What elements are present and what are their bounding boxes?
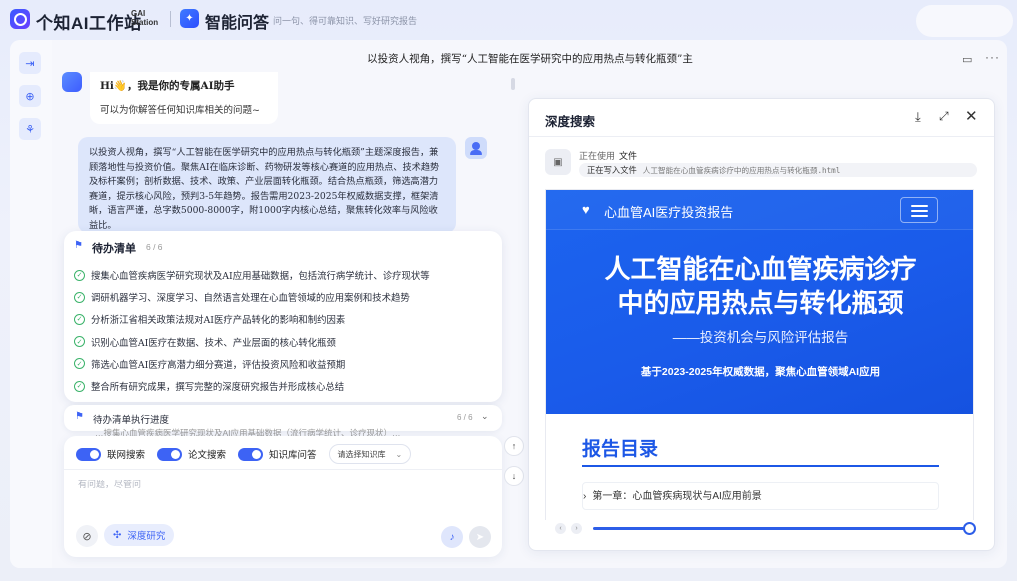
report-brand: 心血管AI医疗投资报告: [604, 205, 734, 220]
send-button[interactable]: ➤: [469, 526, 491, 548]
switch-on[interactable]: [157, 447, 183, 461]
chevron-down-icon[interactable]: ⌄: [481, 411, 489, 422]
todo-title: 待办清单: [92, 242, 136, 255]
close-icon[interactable]: ✕: [965, 107, 978, 125]
report-description: 基于2023-2025年权威数据，聚焦心血管领域AI应用: [640, 366, 881, 378]
scroll-down-button[interactable]: ↓: [504, 466, 524, 486]
bot-avatar: [62, 72, 82, 92]
chat-title: 以投资人视角，撰写“人工智能在医学研究中的应用热点与转化瓶颈”主: [367, 53, 693, 65]
user-avatar: [465, 137, 487, 159]
input-card: 联网搜索 论文搜索 知识库问答 请选择知识库⌄ ⊘ ✣深度研究 ♪ ➤: [64, 436, 502, 557]
file-tool-icon: ▣: [545, 149, 571, 175]
knowledge-base-icon[interactable]: ⚘: [19, 118, 41, 140]
report-hero: ♥ 心血管AI医疗投资报告 人工智能在心血管疾病诊疗 中的应用热点与转化瓶颈 ——…: [546, 190, 973, 414]
more-icon[interactable]: ···: [985, 50, 1000, 64]
toc-chapter-1[interactable]: › 第一章：心血管疾病现状与AI应用前景: [582, 482, 939, 510]
bot-message: Hi👋，我是你的专属AI助手 可以为你解答任何知识库相关的问题~: [90, 72, 278, 124]
microphone-icon[interactable]: ♪: [441, 526, 463, 548]
todo-list: ✓ 搜集心血管疾病医学研究现状及AI应用基础数据，包括流行病学统计、诊疗现状等 ✓…: [74, 264, 494, 397]
left-rail: ⇥ ⊕ ⚘: [10, 40, 52, 568]
qa-section-icon: ✦: [180, 9, 199, 28]
user-menu[interactable]: [916, 5, 1013, 37]
scroll-right-icon[interactable]: ›: [571, 523, 582, 534]
flag-icon: ⚑: [75, 411, 84, 422]
todo-item: ✓ 识别心血管AI医疗在数据、技术、产业层面的核心转化瓶颈: [74, 331, 494, 353]
panel-title: 深度搜索: [545, 114, 596, 129]
switch-on[interactable]: [238, 447, 264, 461]
check-icon: ✓: [74, 358, 85, 370]
todo-item: ✓ 筛选心血管AI医疗高潜力细分赛道，评估投资风险和收益预期: [74, 353, 494, 375]
search-toggles: 联网搜索 论文搜索 知识库问答 请选择知识库 ⌄: [76, 444, 412, 464]
download-icon[interactable]: ⤓: [915, 109, 921, 125]
progress-label: 待办清单执行进度: [93, 415, 170, 426]
chevron-down-icon: ⌄: [395, 449, 403, 459]
toggle-paper-search[interactable]: 论文搜索: [157, 447, 226, 461]
scroll-left-icon[interactable]: ‹: [555, 523, 566, 534]
deep-research-icon: ✣: [113, 529, 122, 541]
check-icon: ✓: [74, 291, 85, 303]
deep-search-panel: 深度搜索 ⤓ ⤢ ✕ ▣ 正在使用 文件 正在写入文件 人工智能在心血管疾病诊疗中的…: [528, 98, 995, 551]
tool-using: 正在使用 文件: [579, 152, 638, 162]
top-bar: 个知AI工作站 GAI Station ✦ 智能问答 问一句、得可靠知识、写好研…: [0, 0, 1017, 38]
divider: [529, 136, 994, 137]
section-title: 智能问答: [205, 15, 270, 32]
deep-research-button[interactable]: ✣ 深度研究: [104, 524, 175, 546]
check-icon: ✓: [74, 269, 85, 281]
toc-underline: [582, 465, 939, 467]
todo-item: ✓ 调研机器学习、深度学习、自然语言处理在心血管领域的应用案例和技术趋势: [74, 286, 494, 308]
report-preview[interactable]: ♥ 心血管AI医疗投资报告 人工智能在心血管疾病诊疗 中的应用热点与转化瓶颈 ——…: [545, 189, 974, 527]
chat-scrollbar[interactable]: [511, 78, 515, 90]
horizontal-scrollbar[interactable]: [593, 527, 969, 530]
switch-on[interactable]: [76, 447, 101, 461]
app-brand-sub: GAI Station: [131, 9, 159, 27]
todo-count: 6 / 6: [146, 242, 163, 252]
todo-item: ✓ 整合所有研究成果，撰写完整的深度研究报告并形成核心总结: [74, 375, 494, 397]
heart-icon: ♥: [582, 202, 590, 217]
scroll-up-button[interactable]: ↑: [504, 436, 524, 456]
hamburger-menu-icon[interactable]: [900, 197, 938, 223]
collapse-sidebar-icon[interactable]: ⇥: [19, 52, 41, 74]
new-chat-icon[interactable]: ⊕: [19, 85, 41, 107]
todo-item: ✓ 搜集心血管疾病医学研究现状及AI应用基础数据，包括流行病学统计、诊疗现状等: [74, 264, 494, 286]
tool-writing-file: 正在写入文件 人工智能在心血管疾病诊疗中的应用热点与转化瓶颈.html: [579, 163, 977, 177]
user-message: 以投资人视角，撰写“人工智能在医学研究中的应用热点与转化瓶颈”主题深度报告，兼顾…: [78, 137, 456, 233]
divider: [64, 469, 502, 470]
expand-icon[interactable]: ⤢: [939, 109, 949, 124]
chevron-right-icon: ›: [583, 491, 587, 502]
toggle-web-search[interactable]: 联网搜索: [76, 447, 145, 461]
flag-icon: ⚑: [74, 240, 83, 251]
check-icon: ✓: [74, 336, 85, 348]
kb-select[interactable]: 请选择知识库 ⌄: [328, 444, 412, 464]
app-logo-icon: [10, 9, 30, 29]
folder-icon[interactable]: ▭: [962, 53, 972, 66]
brand-separator: [170, 11, 171, 27]
slogan: 问一句、得可靠知识、写好研究报告: [273, 16, 418, 26]
todo-card: ⚑ 待办清单 6 / 6 ✓ 搜集心血管疾病医学研究现状及AI应用基础数据，包括流…: [64, 231, 502, 402]
report-navbar: ♥ 心血管AI医疗投资报告: [546, 190, 973, 230]
todo-item: ✓ 分析浙江省相关政策法规对AI医疗产品转化的影响和制约因素: [74, 308, 494, 330]
toggle-kb-qa[interactable]: 知识库问答: [238, 447, 317, 461]
toc-title: 报告目录: [582, 439, 659, 460]
app-brand: 个知AI工作站: [36, 14, 142, 33]
report-subtitle: ——投资机会与风险评估报告: [672, 330, 849, 345]
report-title: 人工智能在心血管疾病诊疗 中的应用热点与转化瓶颈: [604, 254, 917, 318]
paperclip-icon[interactable]: ⊘: [76, 525, 98, 547]
check-icon: ✓: [74, 380, 85, 392]
scrollbar-thumb[interactable]: [963, 522, 976, 535]
check-icon: ✓: [74, 313, 85, 325]
prompt-input[interactable]: [78, 480, 488, 490]
progress-count: 6 / 6: [457, 413, 473, 422]
